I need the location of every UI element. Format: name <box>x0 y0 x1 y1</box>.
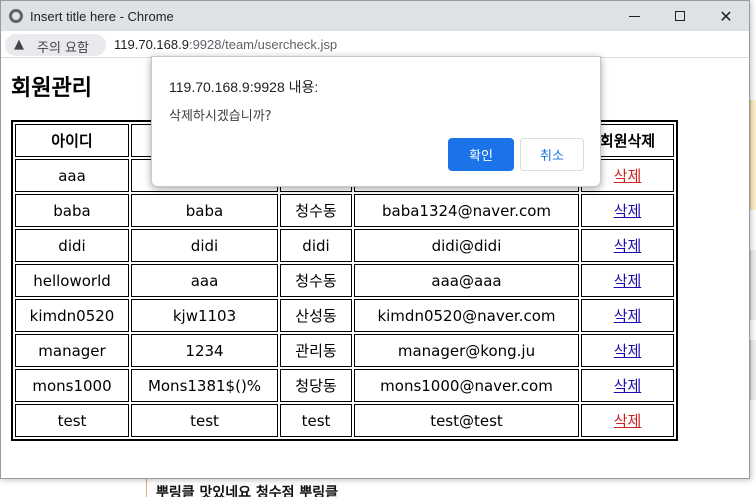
address-bar: ▲ 주의 요함 119.70.168.9:9928/team/usercheck… <box>1 31 749 58</box>
window-title: Insert title here - Chrome <box>30 9 174 24</box>
title-bar: Insert title here - Chrome ✕ <box>1 1 749 31</box>
cell-address: didi <box>280 229 352 262</box>
cancel-button[interactable]: 취소 <box>520 138 584 171</box>
cell-address: test <box>280 404 352 437</box>
cell-address: 청수동 <box>280 194 352 227</box>
cell-password: baba <box>131 194 278 227</box>
page-title: 회원관리 <box>11 76 92 101</box>
cell-id: didi <box>15 229 129 262</box>
delete-link[interactable]: 삭제 <box>614 412 642 430</box>
cell-action: 삭제 <box>581 194 674 227</box>
background-footer-text: 뿌링클 맛있네요 청수점 뿌링클 <box>156 485 339 497</box>
cell-email: didi@didi <box>354 229 579 262</box>
cell-password: 1234 <box>131 334 278 367</box>
cell-action: 삭제 <box>581 369 674 402</box>
delete-link[interactable]: 삭제 <box>614 307 642 325</box>
cell-action: 삭제 <box>581 334 674 367</box>
cell-email: kimdn0520@naver.com <box>354 299 579 332</box>
close-button[interactable]: ✕ <box>703 1 749 31</box>
table-row: test test test test@test 삭제 <box>15 404 674 437</box>
background-page-edge <box>750 50 756 497</box>
cell-action: 삭제 <box>581 404 674 437</box>
cell-email: mons1000@naver.com <box>354 369 579 402</box>
cell-password: test <box>131 404 278 437</box>
popup-window: Insert title here - Chrome ✕ ▲ 주의 요함 119… <box>0 0 750 479</box>
column-header-id: 아이디 <box>15 124 129 157</box>
minimize-icon <box>628 15 640 17</box>
security-label: 주의 요함 <box>37 41 89 56</box>
dialog-origin: 119.70.168.9:9928 내용: <box>169 79 319 95</box>
delete-link[interactable]: 삭제 <box>614 202 642 220</box>
cell-id: baba <box>15 194 129 227</box>
cell-id: test <box>15 404 129 437</box>
url-text[interactable]: 119.70.168.9:9928/team/usercheck.jsp <box>114 37 337 52</box>
cell-password: aaa <box>131 264 278 297</box>
table-row: baba baba 청수동 baba1324@naver.com 삭제 <box>15 194 674 227</box>
dialog-message: 삭제하시겠습니까? <box>169 109 272 124</box>
cell-email: aaa@aaa <box>354 264 579 297</box>
delete-link[interactable]: 삭제 <box>614 377 642 395</box>
table-row: kimdn0520 kjw1103 산성동 kimdn0520@naver.co… <box>15 299 674 332</box>
cell-address: 산성동 <box>280 299 352 332</box>
cell-email: baba1324@naver.com <box>354 194 579 227</box>
cell-id: helloworld <box>15 264 129 297</box>
cell-email: test@test <box>354 404 579 437</box>
close-icon: ✕ <box>719 6 733 26</box>
cell-password: didi <box>131 229 278 262</box>
cell-password: kjw1103 <box>131 299 278 332</box>
cell-action: 삭제 <box>581 299 674 332</box>
maximize-button[interactable] <box>657 1 703 31</box>
cell-email: manager@kong.ju <box>354 334 579 367</box>
cell-action: 삭제 <box>581 264 674 297</box>
cell-address: 관리동 <box>280 334 352 367</box>
cell-id: mons1000 <box>15 369 129 402</box>
warning-icon: ▲ <box>14 37 24 52</box>
cell-password: Mons1381$()% <box>131 369 278 402</box>
maximize-icon <box>675 11 685 21</box>
delete-link[interactable]: 삭제 <box>614 167 642 185</box>
table-row: mons1000 Mons1381$()% 청당동 mons1000@naver… <box>15 369 674 402</box>
cell-id: kimdn0520 <box>15 299 129 332</box>
cell-id: aaa <box>15 159 129 192</box>
delete-link[interactable]: 삭제 <box>614 237 642 255</box>
background-footer: 뿌링클 맛있네요 청수점 뿌링클 <box>0 476 756 497</box>
url-path: :9928/team/usercheck.jsp <box>188 37 338 52</box>
delete-link[interactable]: 삭제 <box>614 342 642 360</box>
delete-link[interactable]: 삭제 <box>614 272 642 290</box>
cell-action: 삭제 <box>581 229 674 262</box>
table-row: helloworld aaa 청수동 aaa@aaa 삭제 <box>15 264 674 297</box>
url-host: 119.70.168.9 <box>114 37 189 52</box>
confirm-dialog: 119.70.168.9:9928 내용: 삭제하시겠습니까? 확인 취소 <box>151 56 601 187</box>
cell-id: manager <box>15 334 129 367</box>
cell-address: 청수동 <box>280 264 352 297</box>
table-row: manager 1234 관리동 manager@kong.ju 삭제 <box>15 334 674 367</box>
security-chip[interactable]: ▲ 주의 요함 <box>5 34 106 56</box>
ok-button[interactable]: 확인 <box>448 138 514 171</box>
minimize-button[interactable] <box>611 1 657 31</box>
cell-address: 청당동 <box>280 369 352 402</box>
table-row: didi didi didi didi@didi 삭제 <box>15 229 674 262</box>
globe-icon <box>9 9 23 23</box>
